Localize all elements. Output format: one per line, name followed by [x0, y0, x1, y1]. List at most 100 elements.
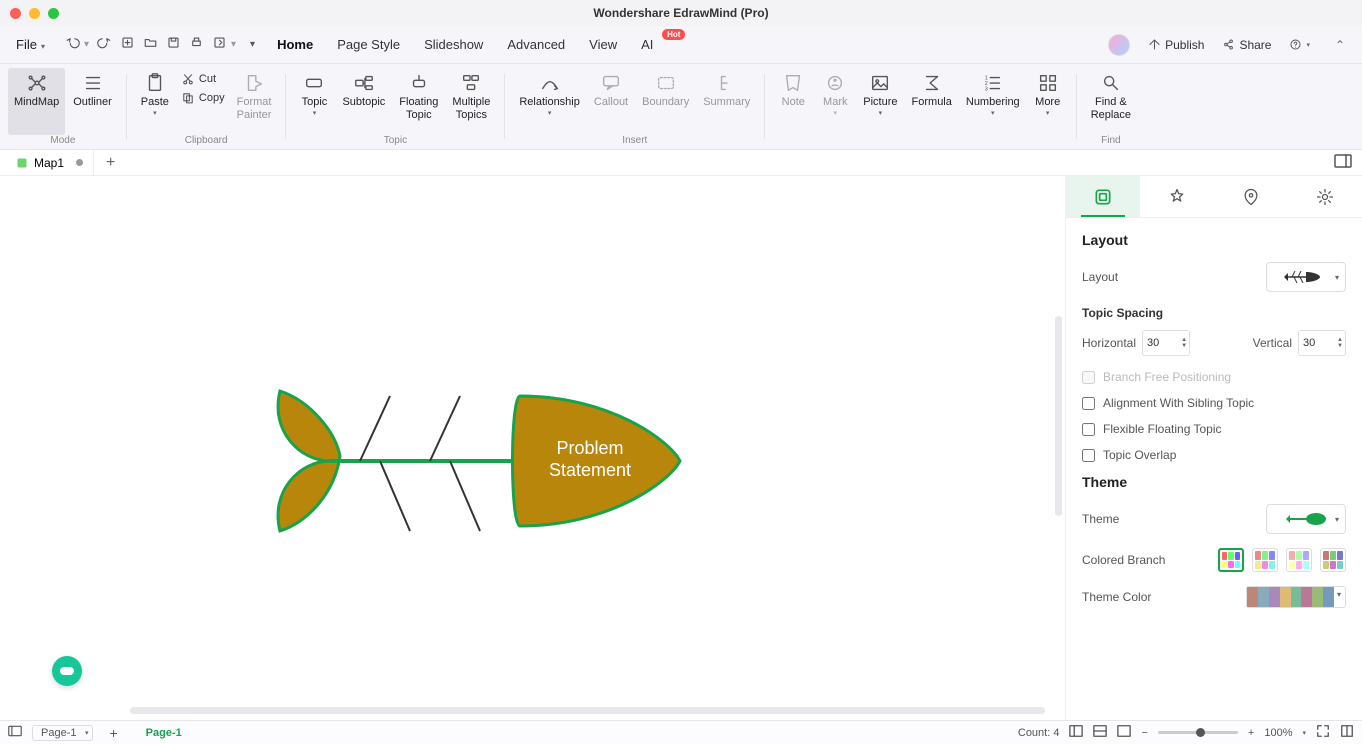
horizontal-scrollbar[interactable] — [130, 707, 1045, 714]
more-button[interactable]: More — [1028, 68, 1068, 135]
multiple-topics-button[interactable]: Multiple Topics — [446, 68, 496, 135]
theme-color-label: Theme Color — [1082, 590, 1151, 604]
app-title: Wondershare EdrawMind (Pro) — [593, 6, 768, 20]
floating-topic-button[interactable]: Floating Topic — [393, 68, 444, 135]
fishbone-diagram[interactable]: ProblemStatement — [260, 361, 700, 561]
undo-dropdown[interactable]: ▾ — [84, 39, 89, 50]
picture-button[interactable]: Picture — [857, 68, 903, 135]
sidetab-style[interactable] — [1140, 176, 1214, 217]
note-button[interactable]: Note — [773, 68, 813, 135]
undo-button[interactable] — [65, 35, 80, 55]
export-dropdown[interactable]: ▾ — [231, 39, 236, 50]
overlap-check[interactable]: Topic Overlap — [1082, 448, 1346, 462]
view-mode-3[interactable] — [1117, 724, 1131, 741]
insert-group-label: Insert — [622, 135, 647, 149]
canvas[interactable]: ProblemStatement — [0, 176, 1065, 720]
sidetab-layout[interactable] — [1066, 176, 1140, 217]
close-window[interactable] — [10, 8, 21, 19]
find-group-label: Find — [1101, 135, 1120, 149]
share-button[interactable]: Share — [1222, 38, 1271, 52]
numbering-button[interactable]: 123Numbering — [960, 68, 1026, 135]
branch-free-check: Branch Free Positioning — [1082, 370, 1346, 384]
help-dropdown-arrow: ▾ — [1306, 41, 1310, 49]
unsaved-dot-icon — [76, 159, 83, 166]
open-button[interactable] — [143, 35, 158, 55]
find-replace-button[interactable]: Find & Replace — [1085, 68, 1137, 135]
tab-view[interactable]: View — [589, 37, 617, 52]
user-avatar[interactable] — [1108, 34, 1130, 56]
horizontal-input[interactable]: 30▲▼ — [1142, 330, 1190, 356]
mode-group-label: Mode — [50, 135, 75, 149]
save-button[interactable] — [166, 35, 181, 55]
publish-button[interactable]: Publish — [1148, 38, 1204, 52]
ai-assistant-bubble[interactable] — [52, 656, 82, 686]
vertical-scrollbar[interactable] — [1055, 316, 1062, 516]
file-menu[interactable]: File — [10, 37, 59, 52]
palette-2[interactable] — [1252, 548, 1278, 572]
subtopic-button[interactable]: Subtopic — [336, 68, 391, 135]
tab-home[interactable]: Home — [277, 37, 313, 52]
summary-button[interactable]: Summary — [697, 68, 756, 135]
palette-4[interactable] — [1320, 548, 1346, 572]
mark-button[interactable]: Mark — [815, 68, 855, 135]
add-document-tab[interactable]: + — [94, 154, 127, 172]
page-list-icon[interactable] — [8, 724, 22, 741]
layout-select[interactable] — [1266, 262, 1346, 292]
horizontal-label: Horizontal — [1082, 336, 1136, 350]
vertical-input[interactable]: 30▲▼ — [1298, 330, 1346, 356]
minimize-window[interactable] — [29, 8, 40, 19]
outliner-button[interactable]: Outliner — [67, 68, 118, 135]
mindmap-button[interactable]: MindMap — [8, 68, 65, 135]
tab-slideshow[interactable]: Slideshow — [424, 37, 483, 52]
flex-float-check[interactable]: Flexible Floating Topic — [1082, 422, 1346, 436]
formula-button[interactable]: Formula — [906, 68, 958, 135]
sidetab-icon[interactable] — [1214, 176, 1288, 217]
zoom-in[interactable]: + — [1248, 727, 1254, 739]
theme-select[interactable] — [1266, 504, 1346, 534]
tab-advanced[interactable]: Advanced — [507, 37, 565, 52]
qat-customize[interactable]: ▾ — [250, 39, 255, 50]
theme-heading: Theme — [1082, 474, 1346, 490]
side-panel-tabs — [1066, 176, 1362, 218]
zoom-out[interactable]: − — [1141, 727, 1147, 739]
side-panel: Layout Layout Topic Spacing Horizontal 3… — [1065, 176, 1362, 720]
format-painter-button[interactable]: Format Painter — [231, 68, 278, 135]
tab-pagestyle[interactable]: Page Style — [337, 37, 400, 52]
collapse-ribbon[interactable]: ⌃ — [1328, 38, 1352, 52]
align-sibling-check[interactable]: Alignment With Sibling Topic — [1082, 396, 1346, 410]
ribbon: MindMap Outliner Mode Paste Cut Copy For… — [0, 64, 1362, 150]
help-button[interactable]: ▾ — [1289, 38, 1310, 51]
sidetab-settings[interactable] — [1288, 176, 1362, 217]
topic-group-label: Topic — [384, 135, 407, 149]
fit-page[interactable] — [1316, 724, 1330, 741]
fullscreen[interactable] — [1340, 724, 1354, 741]
tab-ai[interactable]: AI Hot — [641, 37, 675, 52]
cut-button[interactable]: Cut — [177, 70, 229, 88]
boundary-button[interactable]: Boundary — [636, 68, 695, 135]
zoom-value[interactable]: 100% — [1264, 727, 1292, 739]
zoom-slider[interactable] — [1158, 731, 1238, 734]
relationship-button[interactable]: Relationship — [513, 68, 586, 135]
document-tab-map1[interactable]: Map1 — [6, 150, 94, 175]
new-button[interactable] — [120, 35, 135, 55]
view-mode-1[interactable] — [1069, 724, 1083, 741]
palette-1[interactable] — [1218, 548, 1244, 572]
workspace: ProblemStatement Layout Layout Topic Spa… — [0, 176, 1362, 720]
view-mode-2[interactable] — [1093, 724, 1107, 741]
page-dropdown[interactable]: Page-1 — [32, 725, 93, 741]
theme-color-select[interactable] — [1246, 586, 1346, 608]
ai-hot-badge: Hot — [662, 29, 685, 40]
group-insert: Relationship Callout Boundary Summary In… — [505, 64, 764, 149]
paste-button[interactable]: Paste — [135, 68, 175, 135]
callout-button[interactable]: Callout — [588, 68, 634, 135]
page-tab[interactable]: Page-1 — [134, 727, 194, 739]
topic-button[interactable]: Topic — [294, 68, 334, 135]
export-button[interactable] — [212, 35, 227, 55]
print-button[interactable] — [189, 35, 204, 55]
toggle-side-panel[interactable] — [1334, 154, 1362, 171]
maximize-window[interactable] — [48, 8, 59, 19]
add-page-button[interactable]: + — [103, 725, 123, 741]
copy-button[interactable]: Copy — [177, 89, 229, 107]
redo-button[interactable] — [97, 35, 112, 55]
palette-3[interactable] — [1286, 548, 1312, 572]
